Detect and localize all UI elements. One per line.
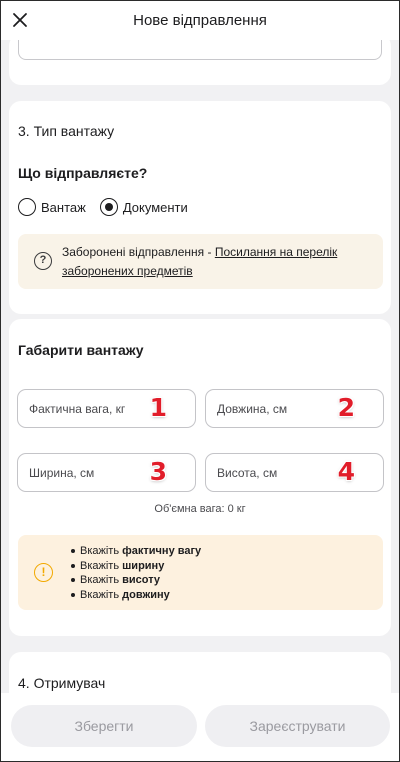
width-field[interactable]: Ширина, см 3	[17, 453, 196, 492]
marker-4: 4	[337, 457, 355, 486]
footer-actions: Зберегти Зареєструвати	[0, 693, 400, 762]
length-field[interactable]: Довжина, см 2	[205, 389, 384, 428]
prohibited-items-notice: ? Заборонені відправлення - Посилання на…	[18, 234, 383, 289]
section-title-recipient: 4. Отримувач	[18, 675, 106, 691]
warning-icon: !	[34, 563, 53, 582]
radio-unselected-icon	[18, 198, 36, 216]
section-title-dimensions: Габарити вантажу	[18, 342, 144, 358]
cargo-type-card: 3. Тип вантажу Що відправляєте? Вантаж Д…	[9, 101, 391, 314]
app-header: Нове відправлення	[0, 0, 400, 40]
validation-item: Вкажіть ширину	[70, 559, 201, 574]
page-title: Нове відправлення	[133, 11, 267, 29]
marker-1: 1	[149, 393, 167, 422]
validation-item: Вкажіть висоту	[70, 573, 201, 588]
marker-3: 3	[149, 457, 167, 486]
dimensions-card: Габарити вантажу Фактична вага, кг 1 Дов…	[9, 319, 391, 636]
validation-item: Вкажіть довжину	[70, 588, 201, 603]
validation-list: Вкажіть фактичну вагу Вкажіть ширину Вка…	[70, 544, 202, 603]
width-placeholder: Ширина, см	[29, 465, 95, 480]
validation-warning-box: ! Вкажіть фактичну вагу Вкажіть ширину В…	[18, 535, 383, 610]
radio-documents-label: Документи	[122, 199, 188, 215]
actual-weight-placeholder: Фактична вага, кг	[29, 401, 126, 416]
cargo-question: Що відправляєте?	[18, 165, 148, 181]
prohibited-notice-text: Заборонені відправлення -	[62, 245, 215, 259]
marker-2: 2	[337, 393, 355, 422]
previous-section-card	[9, 34, 391, 85]
height-placeholder: Висота, см	[217, 465, 278, 480]
radio-documents[interactable]: Документи	[99, 198, 188, 216]
radio-selected-icon	[99, 198, 118, 216]
cargo-type-radio-group: Вантаж Документи	[18, 198, 202, 216]
close-icon[interactable]	[8, 8, 32, 32]
height-field[interactable]: Висота, см 4	[205, 453, 384, 492]
actual-weight-field[interactable]: Фактична вага, кг 1	[17, 389, 196, 428]
radio-cargo-label: Вантаж	[41, 199, 86, 215]
save-button[interactable]: Зберегти	[11, 705, 197, 747]
register-button[interactable]: Зареєструвати	[205, 705, 390, 747]
section-title-cargo-type: 3. Тип вантажу	[18, 123, 115, 139]
volumetric-weight: Об'ємна вага: 0 кг	[154, 503, 246, 515]
validation-item: Вкажіть фактичну вагу	[70, 545, 202, 557]
question-icon: ?	[34, 252, 52, 270]
length-placeholder: Довжина, см	[217, 401, 288, 416]
radio-cargo[interactable]: Вантаж	[18, 198, 86, 216]
